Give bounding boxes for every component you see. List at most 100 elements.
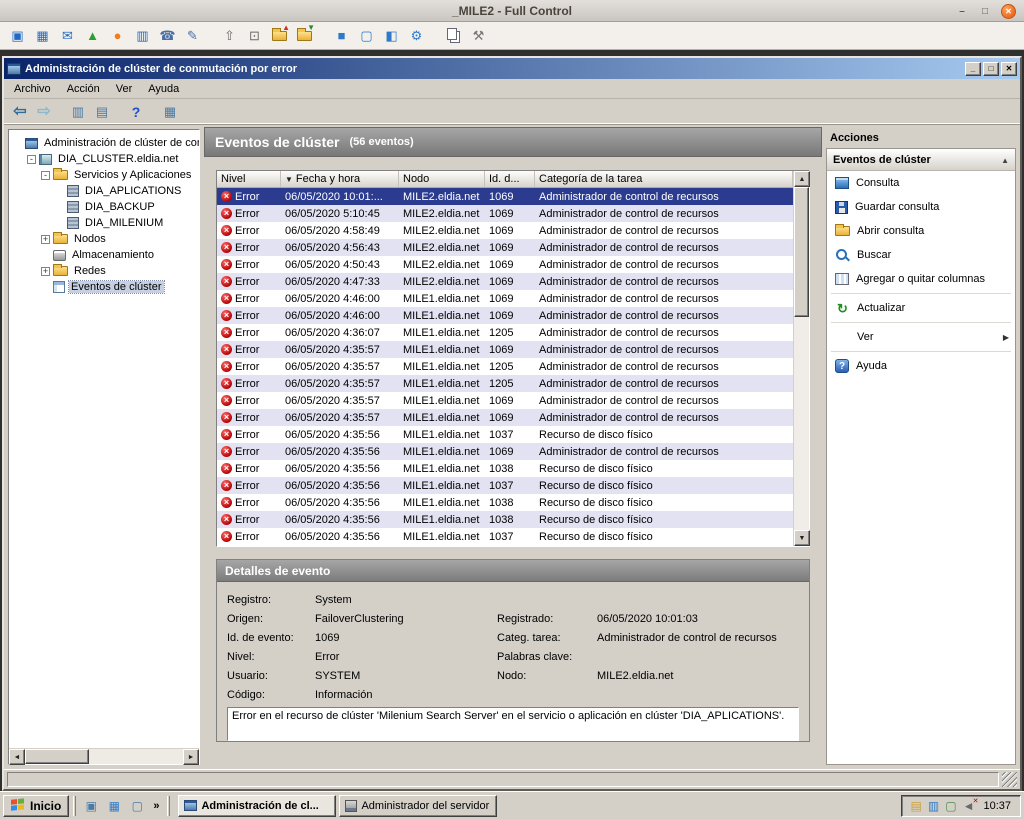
action-ayuda[interactable]: Ayuda bbox=[827, 354, 1015, 378]
chat-icon[interactable]: ✎ bbox=[180, 24, 205, 48]
lock-icon[interactable]: ⊡ bbox=[242, 24, 267, 48]
screen-settings-icon[interactable]: ⚙ bbox=[404, 24, 429, 48]
column-header[interactable]: Nivel bbox=[217, 171, 281, 187]
tree-expander-icon[interactable]: - bbox=[27, 155, 36, 164]
scrollbar-track[interactable] bbox=[794, 187, 809, 530]
scroll-up-button[interactable] bbox=[794, 171, 810, 187]
tree-expander-icon[interactable]: - bbox=[41, 171, 50, 180]
event-row[interactable]: Error 06/05/2020 4:46:00 MILE1.eldia.net… bbox=[217, 307, 793, 324]
event-row[interactable]: Error 06/05/2020 4:35:56 MILE1.eldia.net… bbox=[217, 528, 793, 545]
tree-item[interactable]: Eventos de clúster bbox=[9, 279, 199, 295]
forward-button[interactable]: ⇨ bbox=[32, 101, 56, 123]
tree-item[interactable]: DIA_MILENIUM bbox=[9, 215, 199, 231]
show-hide-console-tree-button[interactable]: ▥ bbox=[66, 101, 90, 123]
scrollbar-thumb[interactable] bbox=[794, 187, 809, 317]
event-row[interactable]: Error 06/05/2020 4:36:07 MILE1.eldia.net… bbox=[217, 324, 793, 341]
new-connection-icon[interactable]: ▣ bbox=[5, 24, 30, 48]
back-button[interactable]: ⇦ bbox=[8, 101, 32, 123]
scrollbar-track[interactable] bbox=[25, 749, 183, 764]
quick-launch-remote-icon[interactable]: ▣ bbox=[80, 795, 102, 817]
tree-item[interactable]: DIA_BACKUP bbox=[9, 199, 199, 215]
action-guardar-consulta[interactable]: Guardar consulta bbox=[827, 195, 1015, 219]
close-button[interactable]: ✕ bbox=[1001, 62, 1017, 76]
menu-item[interactable]: Ayuda bbox=[140, 81, 187, 97]
event-row[interactable]: Error 06/05/2020 4:47:33 MILE2.eldia.net… bbox=[217, 273, 793, 290]
event-row[interactable]: Error 06/05/2020 4:58:49 MILE2.eldia.net… bbox=[217, 222, 793, 239]
tree-expander-icon[interactable]: + bbox=[41, 267, 50, 276]
save-session-icon[interactable]: ▦ bbox=[30, 24, 55, 48]
resize-grip[interactable] bbox=[1002, 772, 1017, 787]
remote-titlebar[interactable]: _MILE2 - Full Control – □ ✕ bbox=[0, 0, 1024, 22]
event-row[interactable]: Error 06/05/2020 4:35:56 MILE1.eldia.net… bbox=[217, 460, 793, 477]
app-titlebar[interactable]: Administración de clúster de conmutación… bbox=[4, 58, 1020, 79]
event-row[interactable]: Error 06/05/2020 4:35:56 MILE1.eldia.net… bbox=[217, 426, 793, 443]
tree-item[interactable]: Almacenamiento bbox=[9, 247, 199, 263]
action-consulta[interactable]: Consulta bbox=[827, 171, 1015, 195]
column-header[interactable]: Nodo bbox=[399, 171, 485, 187]
tree-item[interactable]: + Redes bbox=[9, 263, 199, 279]
tree-expander-icon[interactable]: + bbox=[41, 235, 50, 244]
taskbar-window-button[interactable]: Administrador del servidor bbox=[339, 795, 497, 817]
screen-icon[interactable]: ◧ bbox=[379, 24, 404, 48]
collapse-section-icon[interactable] bbox=[1001, 154, 1009, 166]
network-icon[interactable]: ▥ bbox=[928, 800, 939, 812]
quick-launch-monitor-icon[interactable]: ▦ bbox=[103, 795, 125, 817]
phone-icon[interactable]: ☎ bbox=[155, 24, 180, 48]
tree-item[interactable]: DIA_APLICATIONS bbox=[9, 183, 199, 199]
event-row[interactable]: Error 06/05/2020 4:35:57 MILE1.eldia.net… bbox=[217, 341, 793, 358]
window-icon[interactable]: ▤ bbox=[911, 800, 922, 812]
help-button[interactable]: ? bbox=[124, 101, 148, 123]
export-list-button[interactable]: ▤ bbox=[90, 101, 114, 123]
menu-item[interactable]: Acción bbox=[59, 81, 108, 97]
event-row[interactable]: Error 06/05/2020 4:35:57 MILE1.eldia.net… bbox=[217, 375, 793, 392]
event-row[interactable]: Error 06/05/2020 4:35:56 MILE1.eldia.net… bbox=[217, 443, 793, 460]
tools-icon[interactable]: ⚒ bbox=[466, 24, 491, 48]
menu-item[interactable]: Archivo bbox=[6, 81, 59, 97]
volume-muted-icon[interactable]: ◄ bbox=[963, 800, 975, 812]
column-header[interactable]: ▼ Fecha y hora bbox=[281, 171, 399, 187]
event-row[interactable]: Error 06/05/2020 4:35:57 MILE1.eldia.net… bbox=[217, 409, 793, 426]
action-actualizar[interactable]: Actualizar bbox=[827, 296, 1015, 320]
scrollbar-thumb[interactable] bbox=[25, 749, 89, 764]
minimize-button[interactable]: _ bbox=[965, 62, 981, 76]
actions-section-header[interactable]: Eventos de clúster bbox=[827, 149, 1015, 171]
scale-icon[interactable]: ▢ bbox=[354, 24, 379, 48]
tree-item[interactable]: - DIA_CLUSTER.eldia.net bbox=[9, 151, 199, 167]
monitor-icon[interactable]: ▢ bbox=[945, 800, 956, 812]
event-row[interactable]: Error 06/05/2020 4:35:57 MILE1.eldia.net… bbox=[217, 392, 793, 409]
fullscreen-icon[interactable]: ■ bbox=[329, 24, 354, 48]
tree-horizontal-scrollbar[interactable] bbox=[9, 748, 199, 764]
event-row[interactable]: Error 06/05/2020 4:56:43 MILE2.eldia.net… bbox=[217, 239, 793, 256]
show-desktop-icon[interactable]: ▢ bbox=[126, 795, 148, 817]
action-agregar-quitar-columnas[interactable]: Agregar o quitar columnas bbox=[827, 267, 1015, 291]
event-row[interactable]: Error 06/05/2020 4:35:57 MILE1.eldia.net… bbox=[217, 358, 793, 375]
close-button[interactable]: ✕ bbox=[1001, 4, 1016, 19]
event-row[interactable]: Error 06/05/2020 5:10:45 MILE2.eldia.net… bbox=[217, 205, 793, 222]
event-row[interactable]: Error 06/05/2020 4:35:56 MILE1.eldia.net… bbox=[217, 511, 793, 528]
event-row[interactable]: Error 06/05/2020 4:35:56 MILE1.eldia.net… bbox=[217, 494, 793, 511]
connection-options-icon[interactable]: ✉ bbox=[55, 24, 80, 48]
column-header[interactable]: Id. d... bbox=[485, 171, 535, 187]
action-ver[interactable]: Ver bbox=[827, 325, 1015, 349]
action-abrir-consulta[interactable]: Abrir consulta bbox=[827, 219, 1015, 243]
scroll-left-button[interactable] bbox=[9, 749, 25, 765]
minimize-button[interactable]: – bbox=[955, 4, 969, 18]
copy-icon[interactable] bbox=[441, 24, 466, 48]
record-icon[interactable]: ● bbox=[105, 24, 130, 48]
view-button[interactable]: ▦ bbox=[158, 101, 182, 123]
scroll-right-button[interactable] bbox=[183, 749, 199, 765]
event-row[interactable]: Error 06/05/2020 4:46:00 MILE1.eldia.net… bbox=[217, 290, 793, 307]
send-keys-icon[interactable]: ⇧ bbox=[217, 24, 242, 48]
tree-item[interactable]: Administración de clúster de conmu bbox=[9, 135, 199, 151]
events-vertical-scrollbar[interactable] bbox=[793, 171, 809, 546]
column-header[interactable]: Categoría de la tarea bbox=[535, 171, 793, 187]
tree-item[interactable]: + Nodos bbox=[9, 231, 199, 247]
tree-item[interactable]: - Servicios y Aplicaciones bbox=[9, 167, 199, 183]
event-row[interactable]: Error 06/05/2020 4:35:56 MILE1.eldia.net… bbox=[217, 477, 793, 494]
event-row[interactable]: Error 06/05/2020 4:50:43 MILE2.eldia.net… bbox=[217, 256, 793, 273]
taskbar-window-button[interactable]: Administración de cl... bbox=[178, 795, 336, 817]
start-button[interactable]: Inicio bbox=[3, 795, 69, 817]
maximize-button[interactable]: □ bbox=[978, 4, 992, 18]
connect-icon[interactable]: ▲ bbox=[80, 24, 105, 48]
action-buscar[interactable]: Buscar bbox=[827, 243, 1015, 267]
